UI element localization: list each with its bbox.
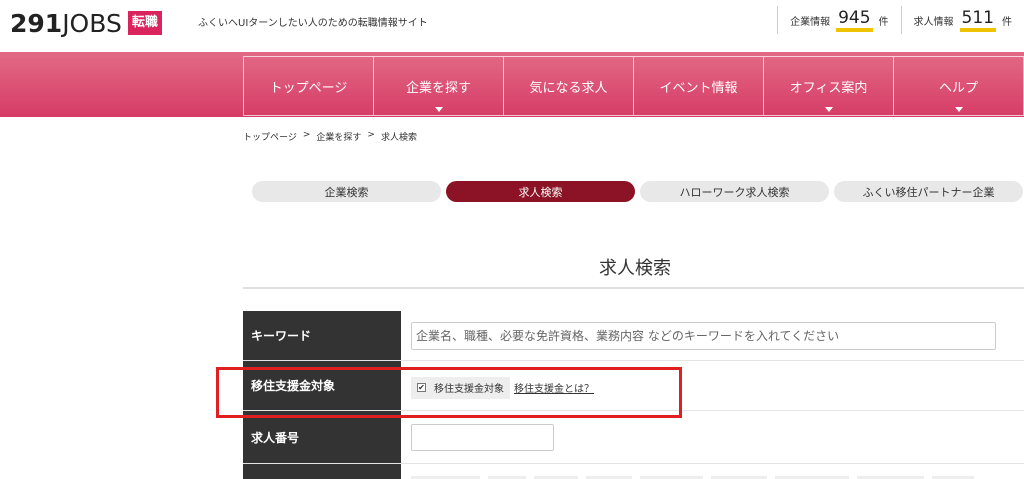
counters: 企業情報 945 件 求人情報 511 件: [777, 0, 1024, 40]
breadcrumb-separator: >: [302, 130, 311, 140]
nav-item-label: 企業を探す: [405, 80, 471, 96]
site-logo[interactable]: 291JOBS 転職: [10, 8, 162, 38]
logo-text: 291JOBS: [10, 9, 122, 38]
search-tabs: 企業検索 求人検索 ハローワーク求人検索 ふくい移住パートナー企業: [252, 181, 1023, 202]
tab-partner-companies[interactable]: ふくい移住パートナー企業: [834, 181, 1023, 202]
company-counter-label: 企業情報: [790, 16, 831, 28]
caret-down-icon: [434, 107, 443, 112]
highlight-box: [216, 367, 682, 418]
nav-item-companies[interactable]: 企業を探す: [374, 57, 504, 115]
nav-item-label: トップページ: [269, 80, 348, 96]
next-row-label: [243, 464, 401, 479]
caret-down-icon: [954, 107, 963, 112]
logo-badge: 転職: [127, 11, 162, 35]
job-number-label: 求人番号: [243, 411, 401, 463]
breadcrumb-item-top[interactable]: トップページ: [243, 130, 297, 143]
job-counter[interactable]: 求人情報 511 件: [900, 6, 1024, 34]
tab-company-search[interactable]: 企業検索: [252, 181, 441, 202]
job-number-input[interactable]: [411, 423, 554, 451]
company-counter[interactable]: 企業情報 945 件: [777, 6, 900, 34]
job-number-cell: [401, 411, 1024, 463]
caret-down-icon: [824, 107, 833, 112]
tab-hellowork-search[interactable]: ハローワーク求人検索: [640, 181, 829, 202]
nav-item-help[interactable]: ヘルプ: [894, 57, 1023, 115]
keyword-label: キーワード: [243, 311, 401, 360]
next-row-cell: [401, 464, 1024, 479]
title-divider: [243, 287, 1024, 289]
job-counter-unit: 件: [1002, 16, 1012, 28]
nav-item-events[interactable]: イベント情報: [634, 57, 764, 115]
breadcrumb-separator: >: [367, 130, 375, 140]
main-nav: トップページ 企業を探す 気になる求人 イベント情報 オフィス案内 ヘルプ: [243, 56, 1024, 116]
nav-band: トップページ 企業を探す 気になる求人 イベント情報 オフィス案内 ヘルプ: [0, 52, 1024, 117]
nav-item-office[interactable]: オフィス案内: [764, 57, 894, 115]
company-counter-unit: 件: [878, 16, 889, 28]
job-counter-value: 511: [959, 8, 996, 32]
site-tagline: ふくいへUIターンしたい人のための転職情報サイト: [198, 18, 428, 29]
keyword-cell: 企業名、職種、必要な免許資格、業務内容 などのキーワードを入れてください: [401, 311, 1024, 360]
breadcrumb-item-current: 求人検索: [380, 133, 417, 143]
page-title: 求人検索: [599, 258, 671, 279]
logo-main: 291: [10, 8, 63, 38]
job-counter-label: 求人情報: [913, 16, 954, 28]
site-header: 291JOBS 転職 ふくいへUIターンしたい人のための転職情報サイト 企業情報…: [0, 0, 1024, 52]
form-row-next: [243, 464, 1024, 479]
nav-item-label: ヘルプ: [938, 80, 978, 96]
nav-item-label: オフィス案内: [789, 80, 868, 96]
keyword-input[interactable]: 企業名、職種、必要な免許資格、業務内容 などのキーワードを入れてください: [411, 321, 996, 350]
nav-item-label: イベント情報: [659, 80, 738, 96]
breadcrumb: トップページ > 企業を探す > 求人検索: [243, 130, 417, 143]
breadcrumb-item-companies[interactable]: 企業を探す: [316, 130, 361, 143]
company-counter-value: 945: [836, 8, 873, 32]
tab-job-search[interactable]: 求人検索: [446, 181, 635, 202]
nav-item-label: 気になる求人: [529, 80, 608, 96]
keyword-placeholder: 企業名、職種、必要な免許資格、業務内容 などのキーワードを入れてください: [416, 329, 840, 343]
logo-sub: JOBS: [62, 8, 122, 38]
nav-item-favorites[interactable]: 気になる求人: [504, 57, 634, 115]
nav-item-top[interactable]: トップページ: [244, 57, 374, 115]
form-row-job-number: 求人番号: [243, 411, 1024, 464]
form-row-keyword: キーワード 企業名、職種、必要な免許資格、業務内容 などのキーワードを入れてくだ…: [243, 311, 1024, 361]
